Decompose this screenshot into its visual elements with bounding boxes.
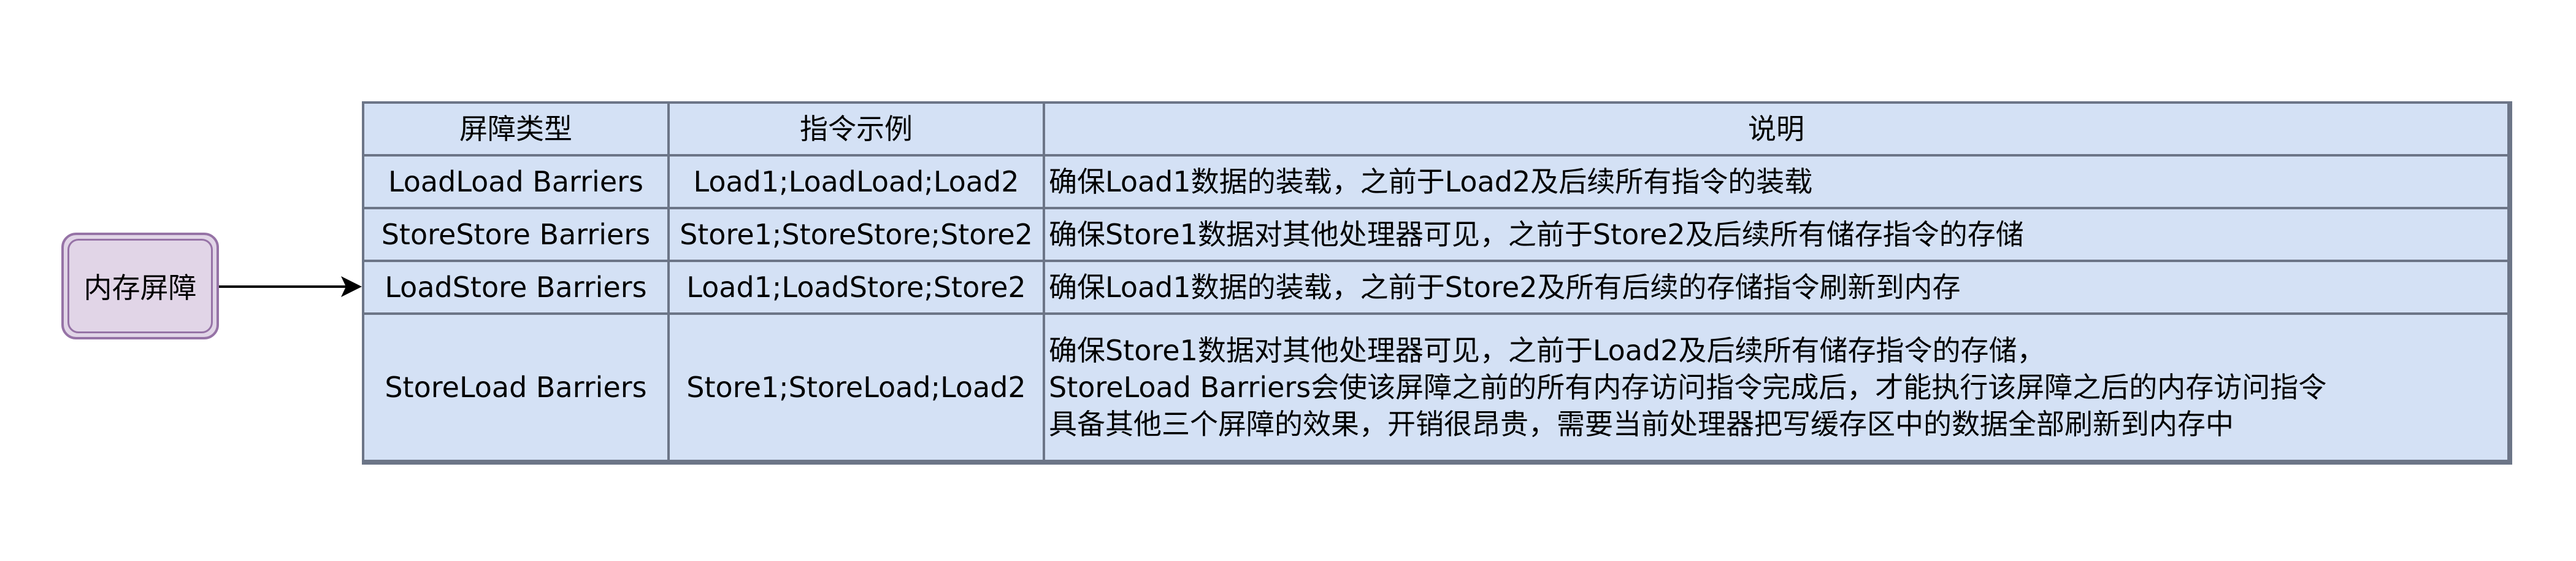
cell-description: 确保Load1数据的装载，之前于Load2及后续所有指令的装载 [1043, 154, 2511, 209]
cell-instruction-example: Store1;StoreLoad;Load2 [667, 312, 1045, 463]
table-row: StoreLoad Barriers Store1;StoreLoad;Load… [362, 312, 2511, 463]
table-row: LoadLoad Barriers Load1;LoadLoad;Load2 确… [362, 154, 2511, 209]
cell-instruction-example: Load1;LoadLoad;Load2 [667, 154, 1045, 209]
cell-barrier-type: StoreStore Barriers [362, 207, 670, 262]
description-line: 确保Store1数据对其他处理器可见，之前于Store2及后续所有储存指令的存储 [1049, 218, 2024, 251]
description-line: 确保Load1数据的装载，之前于Load2及后续所有指令的装载 [1049, 165, 1813, 198]
memory-barrier-node: 内存屏障 [61, 233, 219, 339]
table-header-row: 屏障类型 指令示例 说明 [362, 101, 2511, 157]
cell-barrier-type: LoadLoad Barriers [362, 154, 670, 209]
table-row: StoreStore Barriers Store1;StoreStore;St… [362, 207, 2511, 262]
header-description: 说明 [1043, 101, 2511, 157]
header-instruction-example: 指令示例 [667, 101, 1045, 157]
description-line: 确保Load1数据的装载，之前于Store2及所有后续的存储指令刷新到内存 [1049, 271, 1961, 304]
cell-description: 确保Store1数据对其他处理器可见，之前于Store2及后续所有储存指令的存储 [1043, 207, 2511, 262]
cell-description: 确保Load1数据的装载，之前于Store2及所有后续的存储指令刷新到内存 [1043, 260, 2511, 315]
description-line: StoreLoad Barriers会使该屏障之前的所有内存访问指令完成后，才能… [1049, 371, 2327, 404]
cell-instruction-example: Load1;LoadStore;Store2 [667, 260, 1045, 315]
cell-barrier-type: StoreLoad Barriers [362, 312, 670, 463]
node-label: 内存屏障 [83, 271, 197, 304]
cell-description: 确保Store1数据对其他处理器可见，之前于Load2及后续所有储存指令的存储，… [1043, 312, 2511, 463]
table-row: LoadStore Barriers Load1;LoadStore;Store… [362, 260, 2511, 315]
description-line: 确保Store1数据对其他处理器可见，之前于Load2及后续所有储存指令的存储， [1049, 334, 2045, 367]
description-line: 具备其他三个屏障的效果，开销很昂贵，需要当前处理器把写缓存区中的数据全部刷新到内… [1049, 408, 2234, 441]
header-barrier-type: 屏障类型 [362, 101, 670, 157]
cell-instruction-example: Store1;StoreStore;Store2 [667, 207, 1045, 262]
barrier-table: 屏障类型 指令示例 说明 LoadLoad Barriers Load1;Loa… [362, 101, 2512, 465]
cell-barrier-type: LoadStore Barriers [362, 260, 670, 315]
